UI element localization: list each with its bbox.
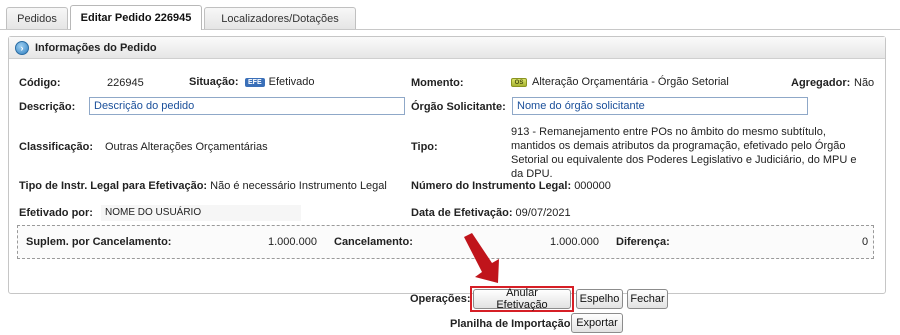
- tab-label: Editar Pedido 226945: [80, 12, 192, 24]
- red-arrow-indicator: [464, 233, 499, 283]
- numero-instr-label: Número do Instrumento Legal:: [411, 180, 572, 192]
- exportar-button[interactable]: Exportar: [571, 313, 623, 333]
- situacao-status: EFE Efetivado: [245, 76, 315, 88]
- tab-localizadores-dotacoes[interactable]: Localizadores/Dotações: [204, 7, 356, 30]
- operacoes-label: Operações:: [410, 293, 471, 305]
- codigo-label: Código:: [19, 77, 61, 89]
- fechar-button[interactable]: Fechar: [627, 289, 668, 309]
- momento-status: OS Alteração Orçamentária - Órgão Setoria…: [511, 76, 729, 88]
- situacao-label: Situação:: [189, 76, 239, 88]
- cancelamento-value: 1.000.000: [550, 236, 599, 248]
- diferenca-label: Diferença:: [616, 236, 670, 248]
- tipo-instr-value: Não é necessário Instrumento Legal: [210, 180, 387, 192]
- panel-title: Informações do Pedido: [35, 41, 157, 54]
- data-efetivacao-label: Data de Efetivação:: [411, 207, 513, 219]
- classificacao-label: Classificação:: [19, 141, 93, 153]
- momento-label: Momento:: [411, 77, 464, 89]
- cancelamento-label: Cancelamento:: [334, 236, 413, 248]
- suplem-cancelamento-value: 1.000.000: [268, 236, 317, 248]
- tab-label: Pedidos: [17, 13, 57, 25]
- efetivado-por-label: Efetivado por:: [19, 207, 93, 219]
- orgao-solicitante-label: Órgão Solicitante:: [411, 101, 506, 113]
- panel-header: › Informações do Pedido: [9, 37, 885, 59]
- tab-pedidos[interactable]: Pedidos: [6, 7, 68, 30]
- red-arrow-shape: [464, 233, 499, 283]
- suplem-cancelamento-label: Suplem. por Cancelamento:: [26, 236, 172, 248]
- planilha-importacao-label: Planilha de Importação:: [450, 318, 575, 330]
- agregador-label: Agregador:: [791, 77, 851, 89]
- situacao-value: Efetivado: [268, 76, 315, 88]
- orgao-solicitante-input[interactable]: [512, 97, 808, 115]
- status-badge: EFE: [245, 77, 265, 87]
- numero-instr-value: 000000: [574, 180, 611, 192]
- tab-bar: Pedidos Editar Pedido 226945 Localizador…: [0, 0, 900, 30]
- classificacao-value: Outras Alterações Orçamentárias: [105, 141, 268, 153]
- order-info-panel: › Informações do Pedido Código: 226945 S…: [8, 36, 886, 294]
- codigo-value: 226945: [107, 77, 144, 89]
- numero-instr-row: Número do Instrumento Legal: 000000: [411, 180, 611, 192]
- tipo-instr-label: Tipo de Instr. Legal para Efetivação:: [19, 180, 208, 192]
- data-efetivacao-value: 09/07/2021: [515, 207, 571, 219]
- descricao-label: Descrição:: [19, 101, 76, 113]
- descricao-input[interactable]: [89, 97, 405, 115]
- momento-value: Alteração Orçamentária - Órgão Setorial: [532, 76, 729, 88]
- info-icon: ›: [15, 40, 29, 55]
- tipo-value: 913 - Remanejamento entre POs no âmbito …: [511, 126, 857, 180]
- data-efetivacao-row: Data de Efetivação: 09/07/2021: [411, 207, 571, 219]
- diferenca-value: 0: [862, 236, 869, 248]
- tab-label: Localizadores/Dotações: [221, 13, 339, 25]
- agregador-value: Não: [854, 77, 875, 89]
- efetivado-por-value: NOME DO USUÁRIO: [105, 207, 202, 218]
- tipo-label: Tipo:: [411, 141, 438, 153]
- anular-efetivacao-button[interactable]: Anular Efetivação: [473, 287, 571, 311]
- tab-editar-pedido[interactable]: Editar Pedido 226945: [70, 5, 202, 30]
- tipo-instr-row: Tipo de Instr. Legal para Efetivação: Nã…: [19, 180, 387, 192]
- espelho-button[interactable]: Espelho: [576, 289, 623, 309]
- orgao-setorial-icon: OS: [511, 77, 527, 87]
- totals-box: Suplem. por Cancelamento: 1.000.000 Canc…: [17, 225, 874, 259]
